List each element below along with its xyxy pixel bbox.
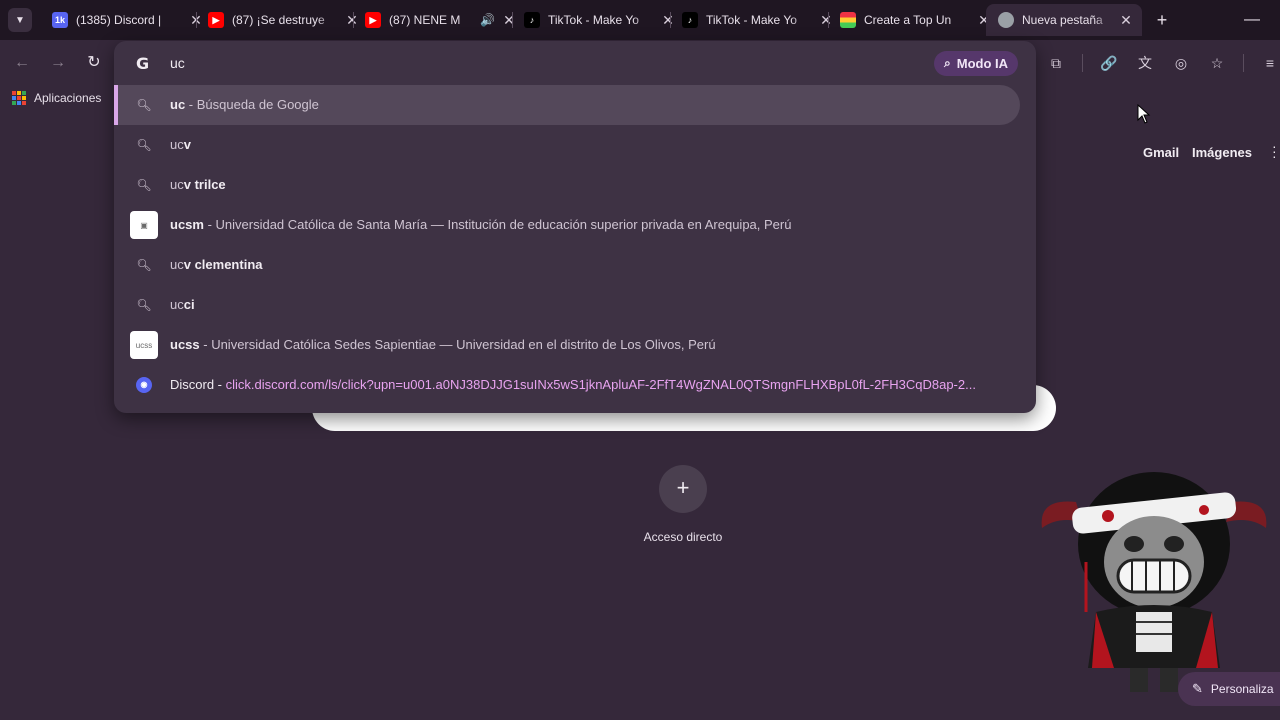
tiktok-icon: ♪ <box>524 12 540 28</box>
tab-discord[interactable]: 1k (1385) Discord | ✕ <box>40 4 212 36</box>
suggestion-bold: v clementina <box>183 257 263 272</box>
lens-icon[interactable]: ◎ <box>1169 51 1193 75</box>
tiermaker-icon <box>840 12 856 28</box>
new-tab-button[interactable]: + <box>1150 8 1174 32</box>
speaker-icon[interactable]: 🔊 <box>480 13 495 27</box>
tab-title: TikTok - Make Yo <box>548 13 639 27</box>
tab-title: Nueva pestaña <box>1022 13 1103 27</box>
tab-title: (87) ¡Se destruye <box>232 13 325 27</box>
search-icon: 🔍︎ <box>136 178 152 192</box>
bookmark-apps-label: Aplicaciones <box>34 91 102 105</box>
mascot-character-image <box>1041 472 1267 692</box>
tab-title: (87) NENE M <box>389 13 461 27</box>
suggestion-bold: uc <box>170 97 186 112</box>
suggestion-item[interactable]: 🔍︎ ucv clementina <box>114 245 1036 285</box>
omnibox-input[interactable]: uc <box>170 55 185 71</box>
suggestion-plain: uc <box>170 257 184 272</box>
suggestion-bold: ucsm <box>170 217 204 232</box>
modo-ia-label: Modo IA <box>956 56 1008 71</box>
mouse-cursor-icon <box>1137 104 1151 124</box>
tab-youtube-2[interactable]: ▶ (87) NENE M 🔊 ✕ <box>353 4 525 36</box>
suggestion-bold: v trilce <box>183 177 226 192</box>
reading-list-icon[interactable]: ≡ <box>1258 51 1280 75</box>
youtube-icon: ▶ <box>365 12 381 28</box>
images-link[interactable]: Imágenes <box>1192 145 1252 160</box>
suggestion-bold: ucss <box>170 337 200 352</box>
extensions-icon[interactable]: ⧉ <box>1044 51 1068 75</box>
google-apps-icon[interactable]: · · · <box>1272 139 1280 163</box>
forward-button[interactable]: → <box>46 51 70 75</box>
discord-icon: 1k <box>52 12 68 28</box>
suggestion-plain: uc <box>170 177 184 192</box>
suggestion-item[interactable]: 🔍︎ ucci <box>114 285 1036 325</box>
omnibox-input-row[interactable]: G uc ⌕ Modo IA <box>114 41 1036 85</box>
search-icon: 🔍︎ <box>136 138 152 152</box>
suggestion-url: click.discord.com/ls/click?upn=u001.a0NJ… <box>225 377 976 392</box>
chrome-icon <box>998 12 1014 28</box>
discord-icon: ◉ <box>136 377 152 393</box>
apps-grid-icon <box>12 91 26 105</box>
tab-youtube-1[interactable]: ▶ (87) ¡Se destruye ✕ <box>196 4 368 36</box>
tab-tiktok-2[interactable]: ♪ TikTok - Make Yo ✕ <box>670 4 842 36</box>
minimize-button[interactable]: — <box>1240 8 1264 32</box>
tab-tiktok-1[interactable]: ♪ TikTok - Make Yo ✕ <box>512 4 684 36</box>
add-shortcut-button[interactable]: + <box>659 465 707 513</box>
search-icon: 🔍︎ <box>136 98 152 112</box>
suggestion-item[interactable]: 🔍︎ uc - Búsqueda de Google <box>114 85 1036 125</box>
tab-new-tab[interactable]: Nueva pestaña ✕ <box>986 4 1142 36</box>
toolbar-separator <box>1243 54 1244 72</box>
suggestion-bold: ci <box>183 297 195 312</box>
bookmark-apps[interactable]: Aplicaciones <box>12 91 101 105</box>
suggestion-item[interactable]: 🔍︎ ucv <box>114 125 1036 165</box>
tab-title: TikTok - Make Yo <box>706 13 797 27</box>
add-shortcut-label: Acceso directo <box>643 530 723 544</box>
gmail-link[interactable]: Gmail <box>1143 145 1179 160</box>
suggestion-plain: Discord - <box>170 377 226 392</box>
translate-icon[interactable]: 文 <box>1133 51 1157 75</box>
ucss-logo-icon: ucss <box>130 331 158 359</box>
suggestion-item[interactable]: ▣ ucsm - Universidad Católica de Santa M… <box>114 205 1036 245</box>
tab-title: Create a Top Un <box>864 13 952 27</box>
toolbar-separator <box>1082 54 1083 72</box>
close-icon[interactable]: ✕ <box>1118 12 1134 29</box>
tab-strip: ▼ 1k (1385) Discord | ✕ ▶ (87) ¡Se destr… <box>0 0 1280 40</box>
omnibox-dropdown: G uc ⌕ Modo IA 🔍︎ uc - Búsqueda de Googl… <box>114 41 1036 413</box>
bookmark-star-icon[interactable]: ☆ <box>1205 51 1229 75</box>
tiktok-icon: ♪ <box>682 12 698 28</box>
suggestion-item[interactable]: ◉ Discord - click.discord.com/ls/click?u… <box>114 365 1036 405</box>
youtube-icon: ▶ <box>208 12 224 28</box>
ucsm-logo-icon: ▣ <box>130 211 158 239</box>
tab-title: (1385) Discord | <box>76 13 162 27</box>
reload-button[interactable]: ↻ <box>82 51 106 75</box>
tab-search-button[interactable]: ▼ <box>8 8 32 32</box>
tab-tiermaker[interactable]: Create a Top Un ✕ <box>828 4 1000 36</box>
suggestion-bold: v <box>183 137 191 152</box>
google-g-icon: G <box>136 54 150 73</box>
suggestion-rest: - Universidad Católica de Santa María — … <box>203 217 792 232</box>
search-icon: 🔍︎ <box>136 298 152 312</box>
suggestion-plain: uc <box>170 297 184 312</box>
modo-ia-button[interactable]: ⌕ Modo IA <box>934 51 1018 76</box>
search-icon: 🔍︎ <box>136 258 152 272</box>
suggestion-plain: uc <box>170 137 184 152</box>
suggestion-item[interactable]: ucss ucss - Universidad Católica Sedes S… <box>114 325 1036 365</box>
suggestion-rest: - Búsqueda de Google <box>185 97 319 112</box>
back-button[interactable]: ← <box>10 51 34 75</box>
link-icon[interactable]: 🔗 <box>1097 51 1121 75</box>
suggestion-rest: - Universidad Católica Sedes Sapientiae … <box>199 337 716 352</box>
suggestion-item[interactable]: 🔍︎ ucv trilce <box>114 165 1036 205</box>
sparkle-search-icon: ⌕ <box>944 56 951 70</box>
